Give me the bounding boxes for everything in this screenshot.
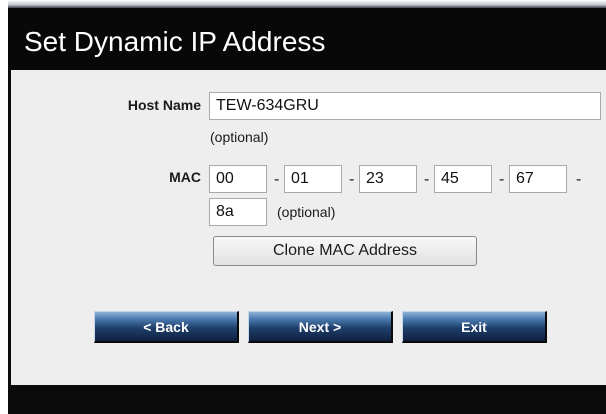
host-name-input[interactable] bbox=[209, 92, 601, 120]
mac-optional-hint: (optional) bbox=[277, 204, 336, 220]
clone-mac-address-button[interactable]: Clone MAC Address bbox=[213, 236, 477, 266]
mac-label: MAC bbox=[169, 169, 201, 185]
mac-separator: - bbox=[274, 171, 280, 188]
form-panel: Host Name (optional) MAC - - - - - (opti… bbox=[11, 70, 606, 385]
exit-button[interactable]: Exit bbox=[402, 311, 547, 343]
back-button[interactable]: < Back bbox=[94, 311, 239, 343]
page-title: Set Dynamic IP Address bbox=[24, 26, 326, 57]
mac-octet-6-input[interactable] bbox=[209, 198, 267, 226]
mac-octet-4-input[interactable] bbox=[434, 165, 492, 193]
host-name-label: Host Name bbox=[127, 97, 201, 113]
wizard-window: Set Dynamic IP Address Host Name (option… bbox=[8, 0, 606, 414]
host-name-optional-hint: (optional) bbox=[210, 129, 269, 145]
mac-separator: - bbox=[499, 171, 505, 188]
mac-separator: - bbox=[349, 171, 355, 188]
title-bar: Set Dynamic IP Address bbox=[8, 8, 606, 70]
mac-octet-1-input[interactable] bbox=[209, 165, 267, 193]
mac-octet-2-input[interactable] bbox=[284, 165, 342, 193]
mac-octet-3-input[interactable] bbox=[359, 165, 417, 193]
mac-separator: - bbox=[576, 171, 582, 188]
top-gradient-strip bbox=[8, 0, 606, 8]
mac-separator: - bbox=[424, 171, 430, 188]
mac-octet-5-input[interactable] bbox=[509, 165, 567, 193]
next-button[interactable]: Next > bbox=[248, 311, 393, 343]
